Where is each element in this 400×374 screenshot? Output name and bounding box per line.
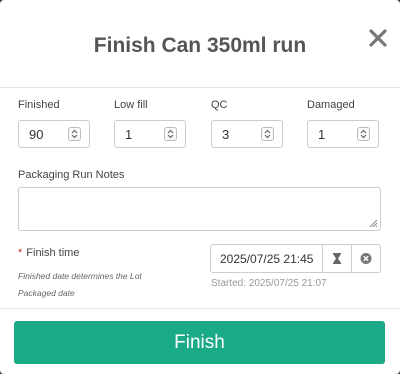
close-icon[interactable] <box>366 26 390 50</box>
finish-time-input[interactable]: 2025/07/25 21:45 <box>210 244 381 273</box>
notes-textarea[interactable] <box>18 187 381 231</box>
hourglass-icon[interactable] <box>322 245 351 272</box>
finish-time-hint: Finished date determines the Lot Package… <box>18 271 142 298</box>
finish-button[interactable]: Finish <box>14 321 385 364</box>
damaged-input[interactable]: 1 <box>307 120 379 148</box>
modal-header: Finish Can 350ml run <box>0 0 400 88</box>
qc-value: 3 <box>222 127 230 142</box>
low-fill-value: 1 <box>125 127 133 142</box>
qc-input[interactable]: 3 <box>211 120 283 148</box>
qc-label: QC <box>211 99 228 111</box>
resize-grip-icon[interactable] <box>369 219 378 228</box>
low-fill-label: Low fill <box>114 99 148 111</box>
qc-stepper-icon[interactable] <box>261 127 274 141</box>
modal-title: Finish Can 350ml run <box>93 34 307 57</box>
required-marker: * <box>18 247 23 259</box>
finish-time-value: 2025/07/25 21:45 <box>220 252 314 266</box>
finish-time-label-text: Finish time <box>26 247 80 259</box>
finished-input[interactable]: 90 <box>18 120 90 148</box>
notes-label: Packaging Run Notes <box>18 169 125 181</box>
close-icon-glyph <box>369 29 387 47</box>
finish-run-modal: Finish Can 350ml run Finished 90 Low fil… <box>0 0 400 374</box>
clear-icon[interactable] <box>351 245 380 272</box>
finished-label: Finished <box>18 99 60 111</box>
started-time: Started: 2025/07/25 21:07 <box>211 278 327 289</box>
finished-value: 90 <box>29 127 44 142</box>
damaged-value: 1 <box>318 127 326 142</box>
damaged-label: Damaged <box>307 99 355 111</box>
finished-stepper-icon[interactable] <box>68 127 81 141</box>
low-fill-input[interactable]: 1 <box>114 120 186 148</box>
finish-time-label: * Finish time <box>18 247 79 259</box>
low-fill-stepper-icon[interactable] <box>164 127 177 141</box>
damaged-stepper-icon[interactable] <box>357 127 370 141</box>
